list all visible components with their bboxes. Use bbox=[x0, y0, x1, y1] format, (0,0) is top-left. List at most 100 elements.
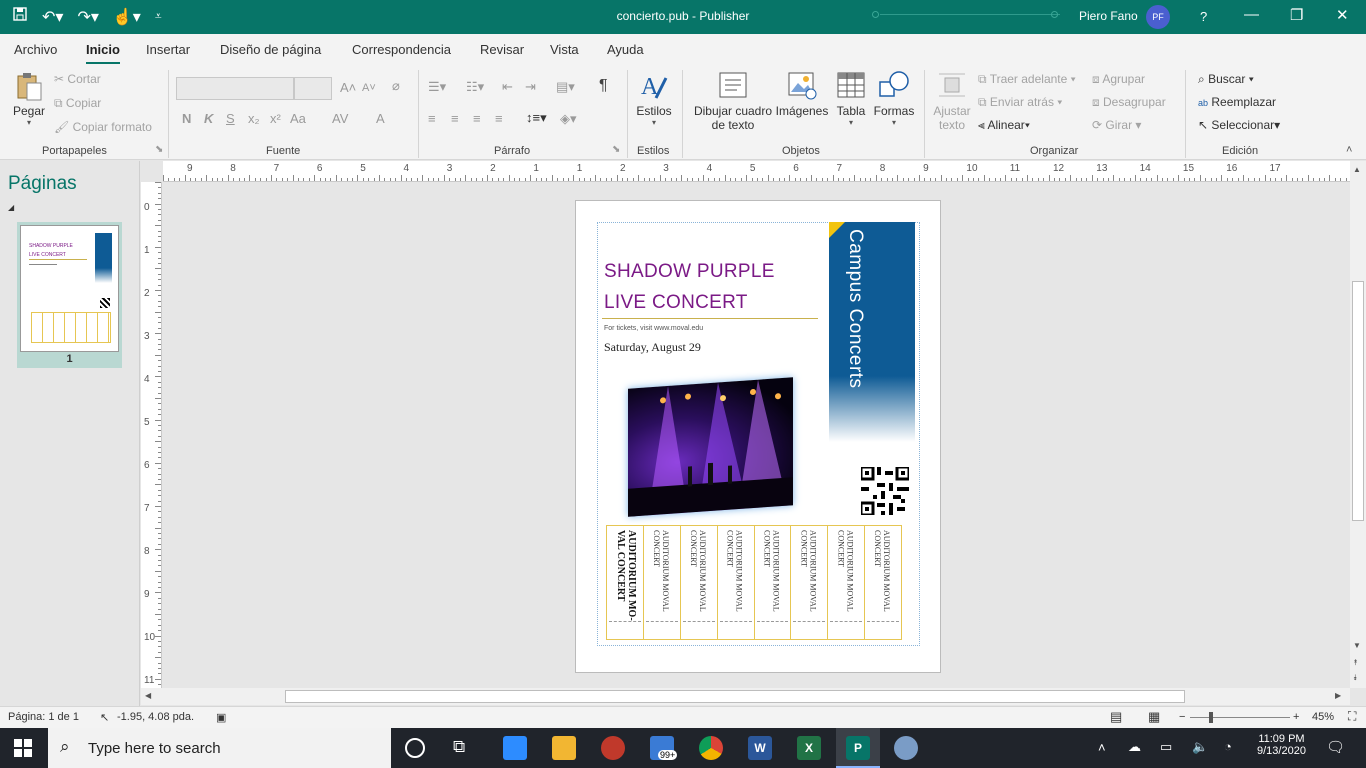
avatar[interactable]: PF bbox=[1146, 5, 1170, 29]
bring-forward-button[interactable]: ⧉ Traer adelante ▾ bbox=[978, 72, 1076, 87]
copy-button[interactable]: ⧉ Copiar bbox=[54, 96, 101, 111]
excel-icon[interactable]: X bbox=[797, 736, 821, 760]
banner-box[interactable] bbox=[829, 222, 915, 442]
ticket-stub[interactable]: AUDITORIUM MOVAL CONCERT bbox=[681, 526, 718, 639]
draw-textbox-button[interactable]: Dibujar cuadro de texto bbox=[690, 70, 776, 132]
scroll-left-icon[interactable]: ◀ bbox=[145, 691, 151, 700]
notifications-icon[interactable]: 🗨 bbox=[1326, 738, 1345, 756]
font-color-button[interactable]: A bbox=[376, 111, 385, 126]
horizontal-scroll-thumb[interactable] bbox=[285, 690, 1185, 703]
rotate-button[interactable]: ⟳ Girar ▾ bbox=[1092, 118, 1141, 132]
event-date[interactable]: Saturday, August 29 bbox=[604, 340, 701, 355]
dialog-launcher-icon[interactable]: ⬊ bbox=[612, 144, 620, 155]
paste-dropdown-icon[interactable]: ▾ bbox=[10, 118, 48, 127]
vertical-scroll-thumb[interactable] bbox=[1352, 281, 1364, 521]
font-size-field[interactable] bbox=[294, 77, 332, 100]
tab-vista[interactable]: Vista bbox=[550, 42, 579, 57]
wifi-icon[interactable]: ◔ bbox=[1224, 739, 1232, 754]
vertical-scrollbar[interactable]: ▲ ▼ ⯭ ⯯ bbox=[1350, 161, 1366, 688]
underline-button[interactable]: S bbox=[226, 111, 235, 126]
horizontal-scrollbar[interactable]: ◀ ▶ bbox=[141, 688, 1350, 705]
dialog-launcher-icon[interactable]: ⬊ bbox=[155, 144, 163, 155]
word-icon[interactable]: W bbox=[748, 736, 772, 760]
show-hidden-icons-icon[interactable]: ˄ bbox=[1098, 740, 1106, 755]
ticket-stub[interactable]: AUDITORIUM MO-VAL CONCERT bbox=[607, 526, 644, 639]
align-button[interactable]: ⫷ Alinear▾ bbox=[978, 118, 1030, 133]
file-explorer-icon[interactable] bbox=[552, 736, 576, 760]
ticket-stub[interactable]: AUDITORIUM MOVAL CONCERT bbox=[865, 526, 901, 639]
page-thumbnail[interactable]: SHADOW PURPLE LIVE CONCERT 1 bbox=[17, 222, 122, 368]
ticket-strip[interactable]: AUDITORIUM MO-VAL CONCERT AUDITORIUM MOV… bbox=[606, 525, 902, 640]
italic-button[interactable]: K bbox=[204, 111, 213, 126]
ungroup-button[interactable]: ⧈ Desagrupar bbox=[1092, 95, 1166, 110]
previous-page-icon[interactable]: ⯭ bbox=[1353, 658, 1358, 668]
columns-icon[interactable]: ▤▾ bbox=[556, 79, 575, 95]
volume-icon[interactable]: 🔈 bbox=[1192, 739, 1208, 755]
shrink-font-icon[interactable]: A˅ bbox=[362, 82, 376, 94]
styles-button[interactable]: A Estilos ▾ bbox=[634, 70, 674, 127]
help-button[interactable]: ? bbox=[1200, 9, 1207, 24]
group-button[interactable]: ⧈ Agrupar bbox=[1092, 72, 1145, 87]
clear-format-icon[interactable]: ⌀ bbox=[392, 78, 400, 94]
bullets-icon[interactable]: ☰▾ bbox=[428, 79, 446, 95]
align-left-icon[interactable]: ≡ bbox=[428, 111, 436, 126]
character-spacing-button[interactable]: AV bbox=[332, 111, 348, 126]
onedrive-icon[interactable]: ☁ bbox=[1128, 739, 1141, 755]
clock[interactable]: 11:09 PM 9/13/2020 bbox=[1257, 733, 1306, 757]
justify-icon[interactable]: ≡ bbox=[495, 111, 503, 126]
format-painter-button[interactable]: 🖌 Copiar formato bbox=[54, 120, 152, 134]
single-page-view-icon[interactable]: ▤ bbox=[1110, 709, 1122, 725]
replace-button[interactable]: ab Reemplazar bbox=[1198, 95, 1276, 109]
windows-start-icon[interactable] bbox=[14, 739, 32, 760]
pictures-button[interactable]: Imágenes bbox=[774, 70, 830, 118]
superscript-button[interactable]: x² bbox=[270, 111, 281, 126]
user-name[interactable]: Piero Fano bbox=[1079, 9, 1138, 23]
bold-button[interactable]: N bbox=[182, 111, 191, 126]
zoom-in-icon[interactable]: + bbox=[1293, 711, 1299, 723]
tab-inicio[interactable]: Inicio bbox=[86, 42, 120, 64]
task-view-icon[interactable]: ⧉ bbox=[453, 737, 477, 761]
zoom-app-icon[interactable] bbox=[503, 736, 527, 760]
two-page-view-icon[interactable]: ▦ bbox=[1148, 709, 1160, 725]
ticket-stub[interactable]: AUDITORIUM MOVAL CONCERT bbox=[791, 526, 829, 639]
qr-code[interactable] bbox=[859, 465, 911, 517]
paint-3d-icon[interactable] bbox=[894, 736, 918, 760]
vertical-ruler[interactable]: 0 1 2 3 4 5 6 7 8 9 10 11 bbox=[141, 182, 162, 688]
zoom-out-icon[interactable]: − bbox=[1179, 711, 1185, 723]
paint-app-icon[interactable] bbox=[601, 736, 625, 760]
align-center-icon[interactable]: ≡ bbox=[451, 111, 459, 126]
ticket-url-text[interactable]: For tickets, visit www.moval.edu bbox=[604, 325, 703, 332]
headline-line-2[interactable]: LIVE CONCERT bbox=[604, 292, 748, 314]
scroll-up-icon[interactable]: ▲ bbox=[1353, 165, 1361, 174]
font-name-field[interactable] bbox=[176, 77, 294, 100]
increase-indent-icon[interactable]: ⇥ bbox=[525, 79, 536, 95]
close-button[interactable]: ✕ bbox=[1336, 6, 1349, 24]
shading-icon[interactable]: ◈▾ bbox=[560, 111, 577, 127]
ticket-stub[interactable]: AUDITORIUM MOVAL CONCERT bbox=[644, 526, 681, 639]
find-button[interactable]: ⌕ Buscar ▾ bbox=[1198, 72, 1254, 87]
ticket-stub[interactable]: AUDITORIUM MOVAL CONCERT bbox=[718, 526, 755, 639]
tab-correspondencia[interactable]: Correspondencia bbox=[352, 42, 451, 57]
tab-ayuda[interactable]: Ayuda bbox=[607, 42, 644, 57]
decrease-indent-icon[interactable]: ⇤ bbox=[502, 79, 513, 95]
tab-revisar[interactable]: Revisar bbox=[480, 42, 524, 57]
zoom-slider-thumb[interactable] bbox=[1209, 712, 1214, 723]
select-button[interactable]: ↖ Seleccionar▾ bbox=[1198, 118, 1280, 132]
paste-button[interactable]: Pegar ▾ bbox=[10, 70, 48, 127]
cortana-icon[interactable] bbox=[405, 738, 425, 758]
next-page-icon[interactable]: ⯯ bbox=[1353, 673, 1358, 683]
mail-icon[interactable]: 99+ bbox=[650, 736, 678, 760]
cut-button[interactable]: ✂ Cortar bbox=[54, 72, 101, 86]
wrap-text-button[interactable]: Ajustar texto bbox=[930, 70, 974, 132]
battery-icon[interactable]: ▭ bbox=[1160, 739, 1172, 755]
collapse-triangle-icon[interactable]: ◢ bbox=[8, 203, 14, 212]
zoom-level[interactable]: 45% bbox=[1312, 711, 1334, 723]
headline-line-1[interactable]: SHADOW PURPLE bbox=[604, 261, 775, 283]
table-button[interactable]: Tabla ▾ bbox=[834, 70, 868, 127]
align-right-icon[interactable]: ≡ bbox=[473, 111, 481, 126]
ticket-stub[interactable]: AUDITORIUM MOVAL CONCERT bbox=[755, 526, 792, 639]
collapse-ribbon-icon[interactable]: ˄ bbox=[1346, 144, 1352, 156]
subscript-button[interactable]: x₂ bbox=[248, 111, 260, 126]
fit-page-icon[interactable]: ⛶ bbox=[1348, 709, 1356, 724]
scroll-down-icon[interactable]: ▼ bbox=[1353, 641, 1361, 650]
